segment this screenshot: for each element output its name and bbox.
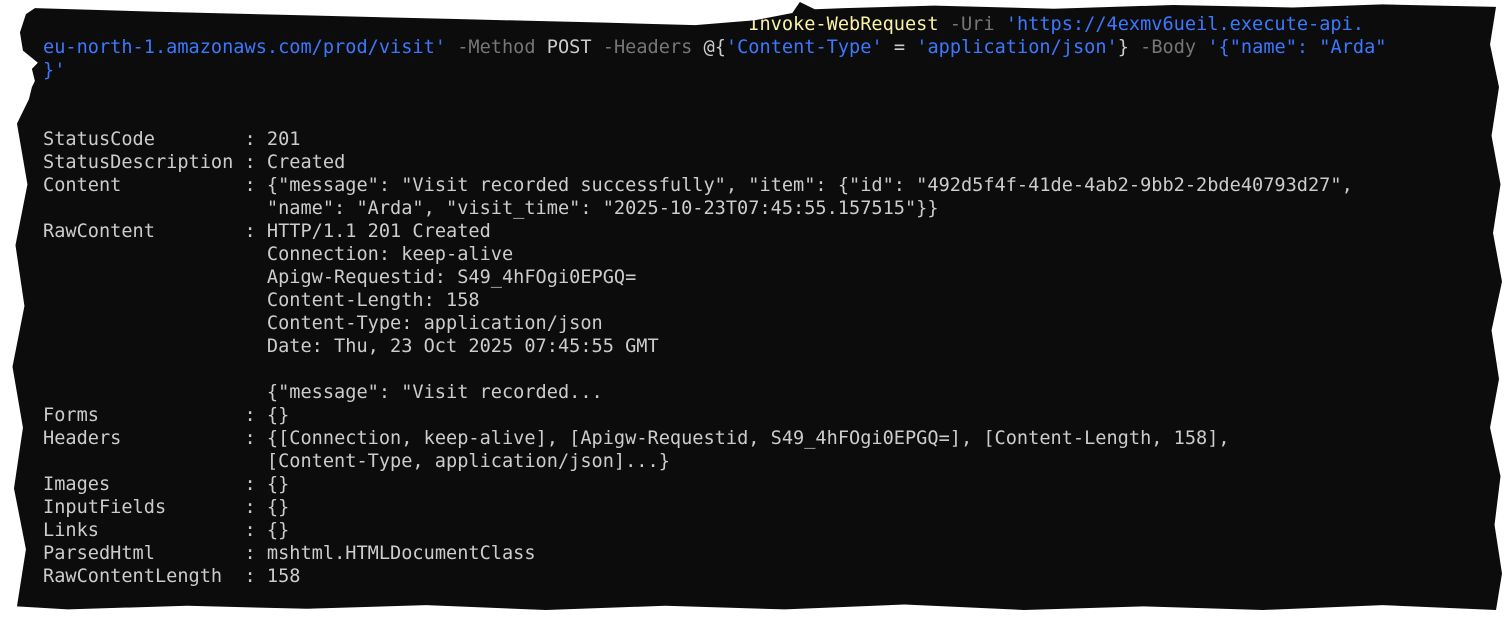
raw-content-row-continued: Apigw-Requestid: S49_4hFOgi0EPGQ=: [43, 266, 1386, 289]
forms-value: {}: [266, 405, 290, 426]
uri-value-part2: eu-north-1.amazonaws.com/prod/visit': [43, 37, 446, 58]
headers-row: Headers : {[Connection, keep-alive], [Ap…: [43, 427, 1386, 450]
raw-content-line: {"message": "Visit recorded...: [266, 382, 603, 403]
body-value-part2: }': [43, 60, 66, 81]
separator: :: [244, 543, 267, 564]
header-key: 'Content-Type': [725, 37, 883, 58]
input-fields-row: InputFields : {}: [43, 496, 1386, 519]
command-line-2: eu-north-1.amazonaws.com/prod/visit' -Me…: [43, 36, 1386, 59]
input-fields-label: InputFields: [43, 497, 167, 518]
separator: :: [244, 566, 267, 587]
content-value-line1: {"message": "Visit recorded successfully…: [266, 175, 1353, 196]
raw-content-label: RawContent: [43, 221, 155, 242]
status-description-value: Created: [266, 152, 346, 173]
images-value: {}: [266, 474, 290, 495]
separator: :: [244, 129, 267, 150]
headers-close: }: [1117, 37, 1129, 58]
content-row-continued: "name": "Arda", "visit_time": "2025-10-2…: [43, 197, 1386, 220]
raw-content-length-label: RawContentLength: [43, 566, 223, 587]
terminal-output: Invoke-WebRequest -Uri 'https://4exmv6ue…: [43, 13, 1386, 588]
uri-flag: -Uri: [949, 14, 995, 35]
raw-content-line: Apigw-Requestid: S49_4hFOgi0EPGQ=: [266, 267, 637, 288]
links-value: {}: [266, 520, 290, 541]
status-code-label: StatusCode: [43, 129, 155, 150]
separator: :: [244, 497, 267, 518]
status-description-row: StatusDescription : Created: [43, 151, 1386, 174]
headers-row-continued: [Content-Type, application/json]...}: [43, 450, 1386, 473]
input-fields-value: {}: [266, 497, 290, 518]
terminal-window[interactable]: Invoke-WebRequest -Uri 'https://4exmv6ue…: [12, 2, 1502, 610]
cmdlet-name: Invoke-WebRequest: [748, 14, 939, 35]
images-row: Images : {}: [43, 473, 1386, 496]
header-value: 'application/json': [916, 37, 1118, 58]
content-row: Content : {"message": "Visit recorded su…: [43, 174, 1386, 197]
images-label: Images: [43, 474, 111, 495]
raw-content-row-continued: [43, 358, 1386, 381]
separator: :: [244, 152, 267, 173]
separator: :: [244, 221, 267, 242]
method-flag: -Method: [457, 37, 536, 58]
content-label: Content: [43, 175, 122, 196]
content-value-line2: "name": "Arda", "visit_time": "2025-10-2…: [266, 198, 939, 219]
raw-content-line: Content-Type: application/json: [266, 313, 603, 334]
raw-content-length-row: RawContentLength : 158: [43, 565, 1386, 588]
raw-content-length-value: 158: [266, 566, 301, 587]
raw-content-row: RawContent : HTTP/1.1 201 Created: [43, 220, 1386, 243]
separator: :: [244, 405, 267, 426]
separator: :: [244, 520, 267, 541]
raw-content-line: Content-Length: 158: [266, 290, 480, 311]
body-flag: -Body: [1140, 37, 1197, 58]
raw-content-line: Connection: keep-alive: [266, 244, 514, 265]
header-eq: =: [882, 37, 917, 58]
parsed-html-row: ParsedHtml : mshtml.HTMLDocumentClass: [43, 542, 1386, 565]
headers-value-line1: {[Connection, keep-alive], [Apigw-Reques…: [266, 428, 1230, 449]
raw-content-row-continued: Content-Length: 158: [43, 289, 1386, 312]
parsed-html-label: ParsedHtml: [43, 543, 155, 564]
raw-content-line: HTTP/1.1 201 Created: [266, 221, 491, 242]
parsed-html-value: mshtml.HTMLDocumentClass: [266, 543, 536, 564]
raw-content-row-continued: Connection: keep-alive: [43, 243, 1386, 266]
raw-content-row-continued: Date: Thu, 23 Oct 2025 07:45:55 GMT: [43, 335, 1386, 358]
forms-row: Forms : {}: [43, 404, 1386, 427]
raw-content-line: Date: Thu, 23 Oct 2025 07:45:55 GMT: [266, 336, 659, 357]
method-value: POST: [546, 37, 592, 58]
headers-flag: -Headers: [602, 37, 693, 58]
links-label: Links: [43, 520, 99, 541]
forms-label: Forms: [43, 405, 99, 426]
status-code-value: 201: [266, 129, 301, 150]
separator: :: [244, 428, 267, 449]
links-row: Links : {}: [43, 519, 1386, 542]
raw-content-row-continued: {"message": "Visit recorded...: [43, 381, 1386, 404]
separator: :: [244, 175, 267, 196]
separator: :: [244, 474, 267, 495]
uri-value-part1: 'https://4exmv6ueil.execute-api.: [1005, 14, 1364, 35]
headers-open: @{: [703, 37, 726, 58]
status-description-label: StatusDescription: [43, 152, 234, 173]
headers-value-line2: [Content-Type, application/json]...}: [266, 451, 670, 472]
body-value-part1: '{"name": "Arda": [1207, 37, 1387, 58]
command-line-3: }': [43, 59, 1386, 82]
status-code-row: StatusCode : 201: [43, 128, 1386, 151]
raw-content-row-continued: Content-Type: application/json: [43, 312, 1386, 335]
headers-label: Headers: [43, 428, 122, 449]
